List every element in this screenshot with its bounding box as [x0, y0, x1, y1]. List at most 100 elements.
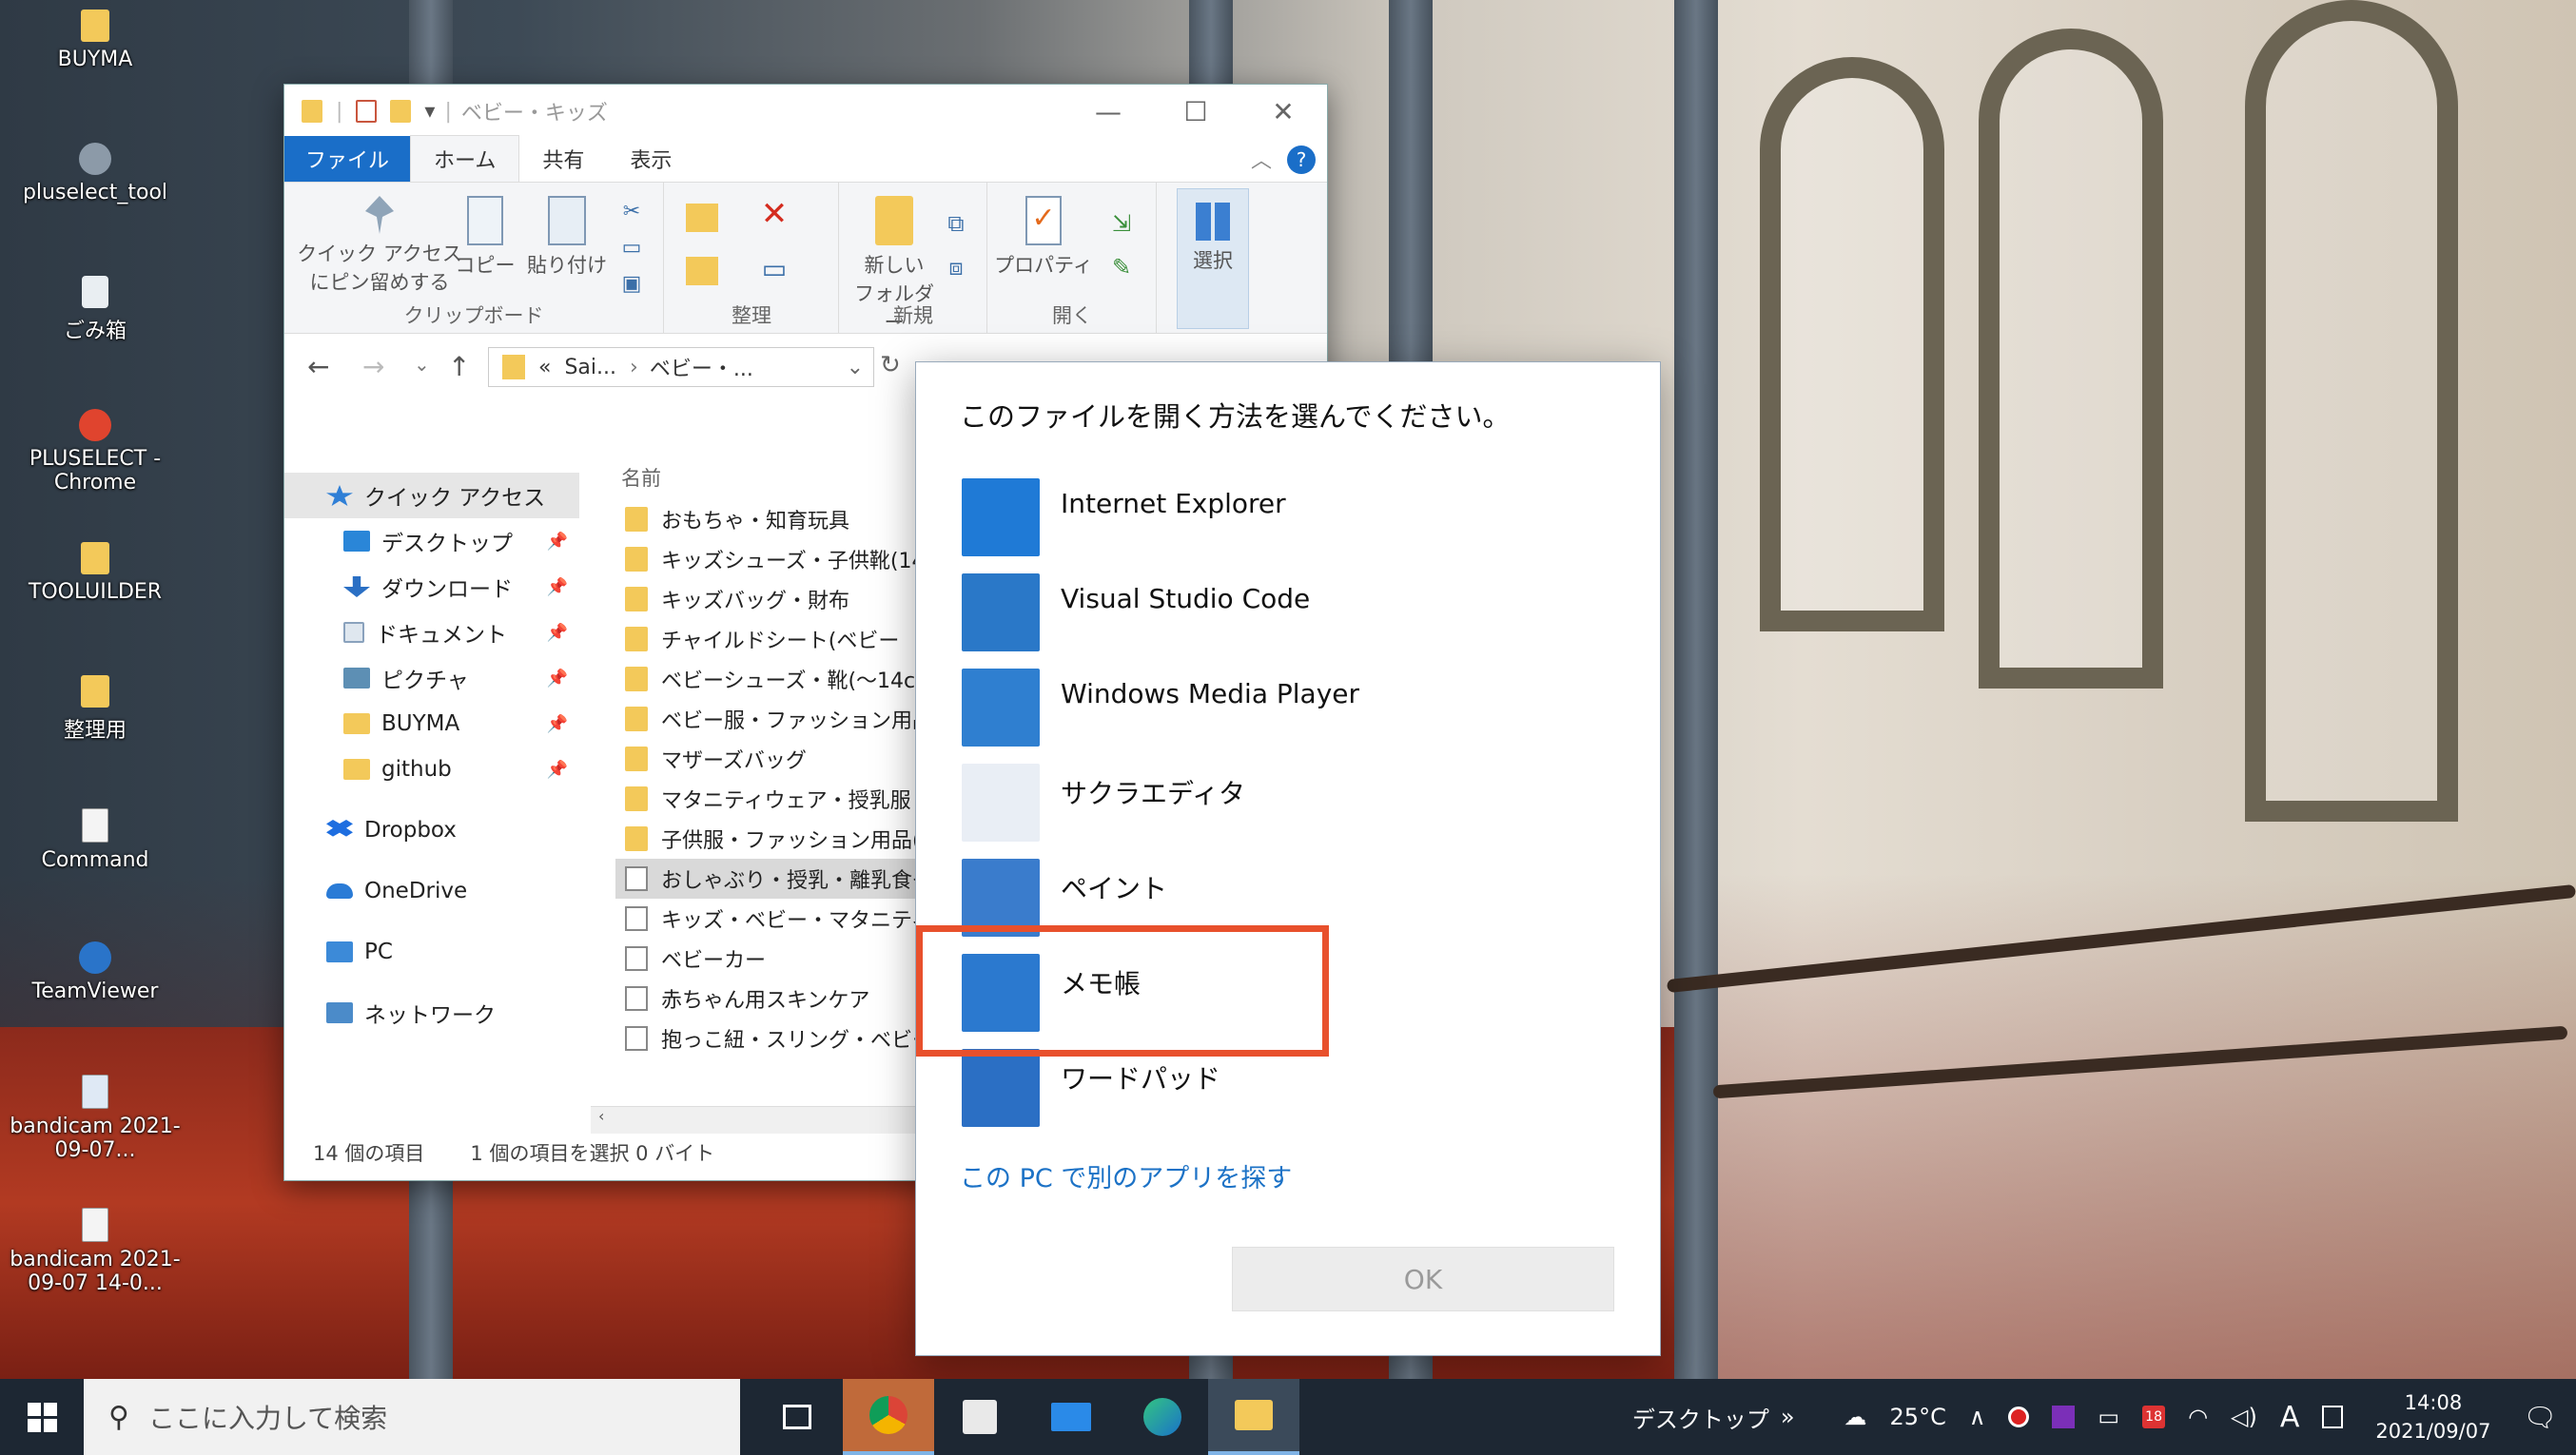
desktop-icon-tooluilder[interactable]: TOOLUILDER: [10, 542, 181, 604]
breadcrumb-baby-kids[interactable]: ベビー・...: [650, 352, 753, 382]
calendar-badge-icon[interactable]: 18: [2142, 1406, 2166, 1428]
nav-item-onedrive[interactable]: OneDrive: [284, 868, 579, 914]
app-option[interactable]: ワードパッド: [962, 1049, 1628, 1131]
nav-item-pictures[interactable]: ピクチャ 📌: [284, 655, 579, 701]
folder-icon: [302, 100, 322, 123]
nav-item-github[interactable]: github 📌: [284, 747, 579, 792]
collapse-ribbon-icon[interactable]: ︿: [1251, 144, 1272, 182]
task-view-button[interactable]: [751, 1379, 843, 1455]
nav-item-buyma[interactable]: BUYMA 📌: [284, 701, 579, 747]
scroll-left-icon[interactable]: ‹: [598, 1107, 604, 1125]
nav-item-documents[interactable]: ドキュメント 📌: [284, 610, 579, 655]
tab-file[interactable]: ファイル: [284, 136, 411, 182]
file-icon: [82, 808, 108, 843]
delete-icon[interactable]: ✕: [751, 198, 798, 230]
minimize-button[interactable]: —: [1064, 85, 1152, 138]
app-option[interactable]: サクラエディタ: [962, 764, 1628, 845]
copy-to-button[interactable]: [678, 257, 726, 291]
record-icon[interactable]: [2008, 1406, 2030, 1427]
desktop-icon-command[interactable]: Command: [10, 808, 181, 872]
desktop-icon-buyma[interactable]: BUYMA: [10, 10, 181, 71]
help-icon[interactable]: ?: [1287, 146, 1316, 174]
volume-icon[interactable]: ◁): [2231, 1404, 2257, 1430]
ok-button[interactable]: OK: [1232, 1247, 1614, 1311]
start-button[interactable]: [0, 1379, 84, 1455]
quick-access-dropdown-icon[interactable]: ▾: [424, 100, 435, 124]
nav-item-quick-access[interactable]: クイック アクセス: [284, 473, 579, 518]
navigation-pane: クイック アクセス デスクトップ 📌 ダウンロード 📌 ドキュメント 📌 ピクチャ 📌 …: [284, 473, 579, 1036]
app-option[interactable]: Internet Explorer: [962, 478, 1628, 560]
app-option[interactable]: Visual Studio Code: [962, 573, 1628, 655]
copy-button[interactable]: コピー: [452, 196, 518, 280]
ime-mode[interactable]: A: [2280, 1401, 2300, 1434]
taskbar-edge[interactable]: [1117, 1379, 1208, 1455]
taskbar-store[interactable]: [934, 1379, 1025, 1455]
pin-icon[interactable]: 📌: [547, 760, 568, 780]
clock[interactable]: 14:08 2021/09/07: [2375, 1388, 2490, 1445]
tab-share[interactable]: 共有: [519, 136, 607, 182]
pin-icon[interactable]: 📌: [547, 714, 568, 734]
tab-home[interactable]: ホーム: [410, 135, 520, 182]
properties-quick-icon[interactable]: [356, 100, 378, 123]
nav-item-pc[interactable]: PC: [284, 929, 579, 975]
nav-item-network[interactable]: ネットワーク: [284, 990, 579, 1036]
rename-icon[interactable]: ▭: [751, 255, 798, 283]
select-button[interactable]: 選択: [1177, 188, 1249, 329]
find-another-app-link[interactable]: この PC で別のアプリを探す: [960, 1157, 1292, 1194]
close-button[interactable]: ✕: [1239, 85, 1327, 138]
move-to-button[interactable]: [678, 204, 726, 238]
ime-icon[interactable]: [2322, 1406, 2344, 1428]
system-tray: デスクトップ » ☁ 25°C ∧ ▭ 18 ◠ ◁) A 14:08 2021…: [1621, 1379, 2576, 1455]
taskbar-mail[interactable]: [1025, 1379, 1117, 1455]
desktop-icon-recycle-bin[interactable]: ごみ箱: [10, 276, 181, 344]
file-name: ベビーカー: [661, 949, 767, 973]
desktop-icon-seiriyou[interactable]: 整理用: [10, 675, 181, 744]
desktop-icon-bandicam-1[interactable]: bandicam 2021-09-07...: [10, 1075, 181, 1162]
recent-locations-icon[interactable]: ⌄: [414, 353, 430, 376]
open-icon[interactable]: ⇲ ✎: [1101, 202, 1142, 289]
weather-temp[interactable]: 25°C: [1890, 1404, 1946, 1430]
desktop-toolbar-label[interactable]: デスクトップ: [1632, 1401, 1769, 1434]
refresh-icon[interactable]: ↻: [880, 351, 901, 379]
up-icon[interactable]: ↑: [448, 351, 470, 382]
pin-quick-access-button[interactable]: クイック アクセス にピン留めする: [294, 196, 465, 297]
wifi-icon[interactable]: ◠: [2188, 1404, 2208, 1430]
pin-icon: [365, 196, 394, 234]
new-folder-quick-icon[interactable]: [390, 100, 412, 123]
maximize-button[interactable]: ☐: [1152, 85, 1239, 138]
notification-icon[interactable]: 🗨: [2523, 1402, 2557, 1433]
properties-button[interactable]: ✓ プロパティ: [994, 196, 1093, 280]
address-dropdown-icon[interactable]: ⌄: [847, 356, 864, 379]
address-bar[interactable]: « Sai... › ベビー・... ⌄: [488, 347, 874, 387]
app-name: ペイント: [1061, 873, 1168, 904]
pin-icon[interactable]: 📌: [547, 577, 568, 597]
desktop-icon-teamviewer[interactable]: TeamViewer: [10, 941, 181, 1003]
desktop-icon-pluselect-chrome[interactable]: PLUSELECT - Chrome: [10, 409, 181, 495]
paste-icon: [548, 196, 586, 245]
nav-item-downloads[interactable]: ダウンロード 📌: [284, 564, 579, 610]
search-box[interactable]: ⚲ ここに入力して検索: [84, 1379, 740, 1455]
toolbar-expand-icon[interactable]: »: [1781, 1404, 1795, 1430]
nav-item-dropbox[interactable]: Dropbox: [284, 807, 579, 853]
back-icon[interactable]: ←: [307, 351, 329, 382]
new-item-icon[interactable]: ⧉ ⧈: [935, 202, 977, 289]
taskbar-chrome[interactable]: [843, 1379, 934, 1455]
app-tray-icon[interactable]: [2052, 1406, 2076, 1428]
cut-icon[interactable]: ✂ ▭ ▣: [617, 194, 646, 302]
chrome-icon: [869, 1396, 907, 1434]
battery-icon[interactable]: ▭: [2098, 1404, 2119, 1430]
app-option[interactable]: Windows Media Player: [962, 669, 1628, 750]
breadcrumb-sai[interactable]: Sai...: [564, 356, 616, 379]
pin-icon[interactable]: 📌: [547, 669, 568, 689]
forward-icon[interactable]: →: [362, 351, 384, 382]
taskbar-file-explorer[interactable]: [1208, 1379, 1299, 1455]
pin-icon[interactable]: 📌: [547, 532, 568, 552]
desktop-icon-pluselect-tool[interactable]: pluselect_tool: [10, 143, 181, 204]
paste-button[interactable]: 貼り付け: [524, 196, 610, 280]
pin-icon[interactable]: 📌: [547, 623, 568, 643]
weather-icon[interactable]: ☁: [1844, 1404, 1867, 1430]
desktop-icon-bandicam-2[interactable]: bandicam 2021-09-07 14-0...: [10, 1208, 181, 1295]
nav-item-desktop[interactable]: デスクトップ 📌: [284, 518, 579, 564]
tab-view[interactable]: 表示: [607, 136, 694, 182]
show-hidden-icons-icon[interactable]: ∧: [1969, 1404, 1986, 1430]
